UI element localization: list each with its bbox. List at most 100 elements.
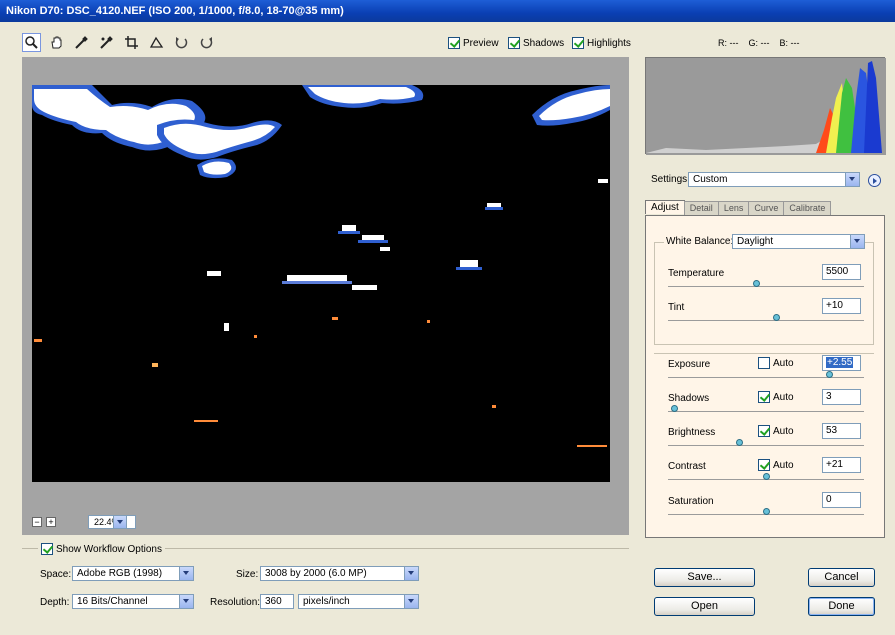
size-label: Size: xyxy=(236,569,259,580)
straighten-icon[interactable] xyxy=(147,33,166,52)
exposure-auto-check-icon[interactable] xyxy=(758,357,770,369)
size-dropdown-icon[interactable] xyxy=(404,567,418,580)
zoom-dropdown-icon[interactable] xyxy=(113,515,127,529)
highlights-check-icon[interactable] xyxy=(572,37,584,49)
size-dropdown[interactable]: 3008 by 2000 (6.0 MP) xyxy=(260,566,419,581)
zoom-level-field[interactable]: 22.4% xyxy=(88,515,136,529)
contrast-label: Contrast xyxy=(668,461,706,472)
preview-label: Preview xyxy=(463,37,499,49)
rgb-readout: R: --- G: --- B: --- xyxy=(718,38,800,48)
resolution-unit-dropdown[interactable]: pixels/inch xyxy=(298,594,419,609)
rotate-left-icon[interactable] xyxy=(172,33,191,52)
contrast-auto-check-icon[interactable] xyxy=(758,459,770,471)
histogram xyxy=(645,57,886,155)
tint-field[interactable]: +10 xyxy=(822,298,861,314)
contrast-auto-checkbox[interactable]: Auto xyxy=(758,459,794,471)
exposure-slider[interactable] xyxy=(668,371,864,378)
saturation-label: Saturation xyxy=(668,496,714,507)
brightness-auto-checkbox[interactable]: Auto xyxy=(758,425,794,437)
saturation-field[interactable]: 0 xyxy=(822,492,861,508)
save-button[interactable]: Save... xyxy=(654,568,755,587)
show-workflow-check-icon[interactable] xyxy=(41,543,53,555)
highlights-label: Highlights xyxy=(587,37,631,49)
contrast-auto-label: Auto xyxy=(773,459,794,471)
color-sampler-icon[interactable] xyxy=(97,33,116,52)
rotate-right-icon[interactable] xyxy=(197,33,216,52)
brightness-field[interactable]: 53 xyxy=(822,423,861,439)
preview-check-icon[interactable] xyxy=(448,37,460,49)
exposure-auto-label: Auto xyxy=(773,357,794,369)
zoom-icon[interactable] xyxy=(22,33,41,52)
tint-label: Tint xyxy=(668,302,685,313)
tab-adjust[interactable]: Adjust xyxy=(645,200,685,214)
open-button[interactable]: Open xyxy=(654,597,755,616)
clipping-preview-graphic xyxy=(32,85,610,482)
shadows-auto-checkbox[interactable]: Auto xyxy=(758,391,794,403)
resolution-unit-dropdown-icon[interactable] xyxy=(404,595,418,608)
settings-menu-icon[interactable] xyxy=(868,174,881,187)
exposure-field[interactable]: +2.55 xyxy=(822,355,861,371)
window-title: Nikon D70: DSC_4120.NEF (ISO 200, 1/1000… xyxy=(0,0,895,22)
show-workflow-checkbox[interactable]: Show Workflow Options xyxy=(38,543,165,555)
preview-image[interactable] xyxy=(32,85,610,482)
shadows-auto-check-icon[interactable] xyxy=(758,391,770,403)
brightness-label: Brightness xyxy=(668,427,716,438)
saturation-slider-thumb[interactable] xyxy=(763,508,770,515)
group-divider xyxy=(654,353,874,354)
crop-icon[interactable] xyxy=(122,33,141,52)
done-button[interactable]: Done xyxy=(808,597,875,616)
brightness-slider[interactable] xyxy=(668,439,864,446)
shadows-slider-thumb[interactable] xyxy=(670,405,678,412)
contrast-field[interactable]: +21 xyxy=(822,457,861,473)
white-balance-dropdown[interactable]: Daylight xyxy=(732,234,865,249)
brightness-auto-check-icon[interactable] xyxy=(758,425,770,437)
shadows-check-icon[interactable] xyxy=(508,37,520,49)
exposure-value: +2.55 xyxy=(826,357,854,368)
white-balance-eyedropper-icon[interactable] xyxy=(72,33,91,52)
hand-icon[interactable] xyxy=(47,33,66,52)
cancel-button[interactable]: Cancel xyxy=(808,568,875,587)
temperature-slider[interactable] xyxy=(668,280,864,287)
tint-slider-thumb[interactable] xyxy=(772,314,780,321)
saturation-slider[interactable] xyxy=(668,508,864,515)
tab-lens[interactable]: Lens xyxy=(717,201,750,215)
settings-dropdown-icon[interactable] xyxy=(845,173,859,186)
space-dropdown-icon[interactable] xyxy=(179,567,193,580)
zoom-bar: − + 22.4% xyxy=(22,511,629,533)
exposure-slider-thumb[interactable] xyxy=(825,371,833,378)
shadows-field[interactable]: 3 xyxy=(822,389,861,405)
settings-dropdown[interactable]: Custom xyxy=(688,172,860,187)
tab-curve[interactable]: Curve xyxy=(748,201,785,215)
tab-calibrate[interactable]: Calibrate xyxy=(783,201,832,215)
temperature-field[interactable]: 5500 xyxy=(822,264,861,280)
exposure-auto-checkbox[interactable]: Auto xyxy=(758,357,794,369)
contrast-slider[interactable] xyxy=(668,473,864,480)
brightness-slider-thumb[interactable] xyxy=(735,439,743,446)
white-balance-value: Daylight xyxy=(737,236,774,247)
white-balance-group xyxy=(654,242,874,345)
shadows-label: Shadows xyxy=(523,37,565,49)
shadows-checkbox[interactable]: Shadows xyxy=(508,37,564,49)
depth-dropdown-icon[interactable] xyxy=(179,595,193,608)
zoom-in-button[interactable]: + xyxy=(46,517,56,527)
settings-value: Custom xyxy=(693,174,728,185)
r-readout: R: --- xyxy=(718,38,739,48)
tint-slider[interactable] xyxy=(668,314,864,321)
resolution-field[interactable]: 360 xyxy=(260,594,294,609)
contrast-slider-thumb[interactable] xyxy=(763,473,770,480)
highlights-checkbox[interactable]: Highlights xyxy=(572,37,631,49)
shadows-adjust-label: Shadows xyxy=(668,393,710,404)
shadows-slider[interactable] xyxy=(668,405,864,412)
preview-checkbox[interactable]: Preview xyxy=(448,37,499,49)
white-balance-dropdown-icon[interactable] xyxy=(850,235,864,248)
temperature-slider-thumb[interactable] xyxy=(753,280,761,287)
toolbar xyxy=(22,33,216,55)
workflow-options-group xyxy=(22,548,629,626)
zoom-out-button[interactable]: − xyxy=(32,517,42,527)
tab-detail[interactable]: Detail xyxy=(683,201,719,215)
space-dropdown[interactable]: Adobe RGB (1998) xyxy=(72,566,194,581)
histogram-graphic xyxy=(646,58,886,155)
space-label: Space: xyxy=(40,569,72,580)
depth-dropdown[interactable]: 16 Bits/Channel xyxy=(72,594,194,609)
depth-value: 16 Bits/Channel xyxy=(77,596,148,607)
